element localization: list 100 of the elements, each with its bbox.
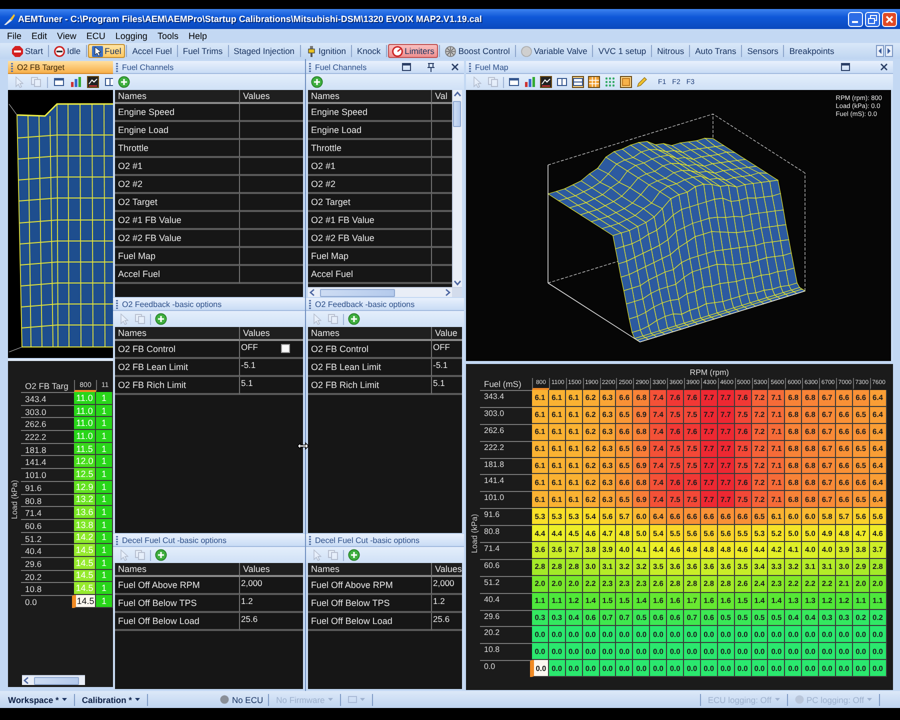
restore-icon[interactable] — [865, 12, 880, 26]
surface-chart-icon[interactable] — [87, 76, 99, 88]
property-name: O2 FB Lean Limit — [311, 362, 382, 372]
column-header: Names — [311, 328, 340, 338]
property-value[interactable]: 2,000 — [241, 578, 262, 588]
plus-circle-icon[interactable] — [155, 313, 167, 325]
property-value[interactable]: -5.1 — [433, 360, 448, 370]
property-value[interactable]: OFF — [241, 342, 258, 352]
property-name: Throttle — [311, 143, 342, 153]
axis-title: Load (kPa) — [470, 514, 478, 554]
module-tab[interactable]: Nitrous — [653, 44, 688, 58]
plus-circle-icon[interactable] — [155, 549, 167, 561]
property-name: O2 #2 — [118, 179, 143, 189]
columns-icon[interactable] — [104, 76, 113, 88]
panel-title: Fuel Channels — [122, 62, 175, 72]
corner-label: Fuel (mS) — [483, 379, 522, 389]
module-tab[interactable]: VVC 1 setup — [594, 44, 650, 58]
bar-chart-icon[interactable] — [70, 76, 82, 88]
menu-item[interactable]: Tools — [152, 31, 184, 41]
menu-item[interactable]: Help — [183, 31, 212, 41]
module-tab[interactable]: Accel Fuel — [128, 44, 176, 58]
minimize-icon[interactable] — [848, 12, 863, 26]
menu-item[interactable]: Logging — [110, 31, 152, 41]
module-tab[interactable]: Boost Control — [441, 44, 514, 58]
columns-icon[interactable] — [556, 76, 568, 88]
property-value[interactable]: 5.1 — [433, 378, 445, 388]
plus-circle-icon[interactable] — [118, 76, 130, 88]
module-tab[interactable]: Ignition — [302, 44, 350, 58]
axis-title: Load (kPa) — [10, 480, 19, 520]
grid-icon[interactable] — [588, 76, 600, 88]
module-tab[interactable]: Variable Valve — [516, 44, 592, 58]
bar-chart-icon[interactable] — [524, 76, 536, 88]
window-icon[interactable] — [53, 76, 65, 88]
plus-circle-icon[interactable] — [348, 549, 360, 561]
pencil-icon[interactable] — [636, 76, 648, 88]
property-name: Fuel Off Below Load — [311, 616, 392, 626]
scrollbar-thumb[interactable] — [320, 288, 395, 296]
status-dropdown[interactable]: Calibration * — [80, 694, 142, 704]
property-name: Throttle — [118, 143, 149, 153]
scrollbar[interactable] — [308, 287, 462, 297]
module-tab[interactable]: Breakpoints — [785, 44, 838, 58]
scrollbar-thumb[interactable] — [34, 676, 79, 684]
property-value[interactable]: 25.6 — [241, 614, 258, 624]
dotted-grid-icon[interactable] — [604, 76, 616, 88]
pin-icon[interactable] — [427, 62, 435, 72]
scrollbar-thumb[interactable] — [453, 101, 461, 127]
panel-title: Fuel Map — [475, 62, 510, 72]
property-value[interactable]: 5.1 — [241, 378, 253, 388]
module-tab[interactable]: Fuel — [88, 44, 126, 58]
panel-title: O2 FB Target — [17, 62, 66, 72]
menu-item[interactable]: View — [52, 31, 82, 41]
panel-title: Fuel Channels — [315, 62, 368, 72]
module-tab[interactable]: Start — [8, 44, 47, 58]
caret-icon — [867, 698, 872, 701]
map-cell[interactable]: 14.5 — [74, 595, 96, 608]
maximize-icon[interactable] — [402, 63, 411, 71]
property-value[interactable]: 2,000 — [433, 578, 454, 588]
right-arrow-icon[interactable] — [885, 45, 893, 57]
property-name: O2 FB Control — [311, 344, 369, 354]
module-tab[interactable]: Knock — [352, 44, 385, 58]
property-value[interactable]: 1.2 — [241, 596, 253, 606]
property-value[interactable]: -5.1 — [241, 360, 256, 370]
menu-item[interactable]: File — [2, 31, 27, 41]
property-name: O2 FB Rich Limit — [311, 380, 380, 390]
module-tab[interactable]: Idle — [50, 44, 85, 58]
close-icon[interactable] — [880, 63, 888, 71]
menu-item[interactable]: ECU — [81, 31, 110, 41]
square-icon[interactable] — [620, 76, 632, 88]
left-arrow-icon[interactable] — [876, 45, 884, 57]
scrollbar[interactable] — [452, 90, 462, 287]
property-value[interactable]: OFF — [433, 342, 450, 352]
plus-circle-icon[interactable] — [348, 313, 360, 325]
caret-icon — [360, 698, 365, 701]
property-name: Accel Fuel — [118, 269, 160, 279]
maximize-icon[interactable] — [841, 63, 850, 71]
checkbox[interactable] — [281, 344, 290, 353]
cursor-icon — [92, 46, 103, 56]
property-name: O2 #1 FB Value — [118, 215, 182, 225]
module-tab[interactable]: Limiters — [388, 44, 438, 58]
property-name: Engine Load — [118, 125, 169, 135]
status-dropdown[interactable]: Workspace * — [6, 694, 69, 704]
scrollbar[interactable] — [22, 675, 85, 685]
rows-icon[interactable] — [572, 76, 584, 88]
module-tab[interactable]: Sensors — [743, 44, 782, 58]
property-value[interactable]: 1.2 — [433, 596, 445, 606]
property-name: O2 FB Lean Limit — [118, 362, 188, 372]
module-tab[interactable]: Fuel Trims — [178, 44, 227, 58]
column-header: Names — [311, 564, 340, 574]
property-value[interactable]: 25.6 — [433, 614, 450, 624]
surface-chart-icon[interactable] — [540, 76, 552, 88]
plus-circle-icon[interactable] — [311, 76, 323, 88]
caret-icon — [328, 698, 333, 701]
column-header: Names — [118, 564, 147, 574]
property-name: O2 FB Rich Limit — [118, 380, 186, 390]
window-icon[interactable] — [508, 76, 520, 88]
close-icon[interactable] — [451, 63, 459, 71]
module-tab[interactable]: Staged Injection — [230, 44, 299, 58]
module-tab[interactable]: Auto Trans — [691, 44, 740, 58]
menu-item[interactable]: Edit — [26, 31, 52, 41]
caret-icon — [774, 698, 780, 701]
